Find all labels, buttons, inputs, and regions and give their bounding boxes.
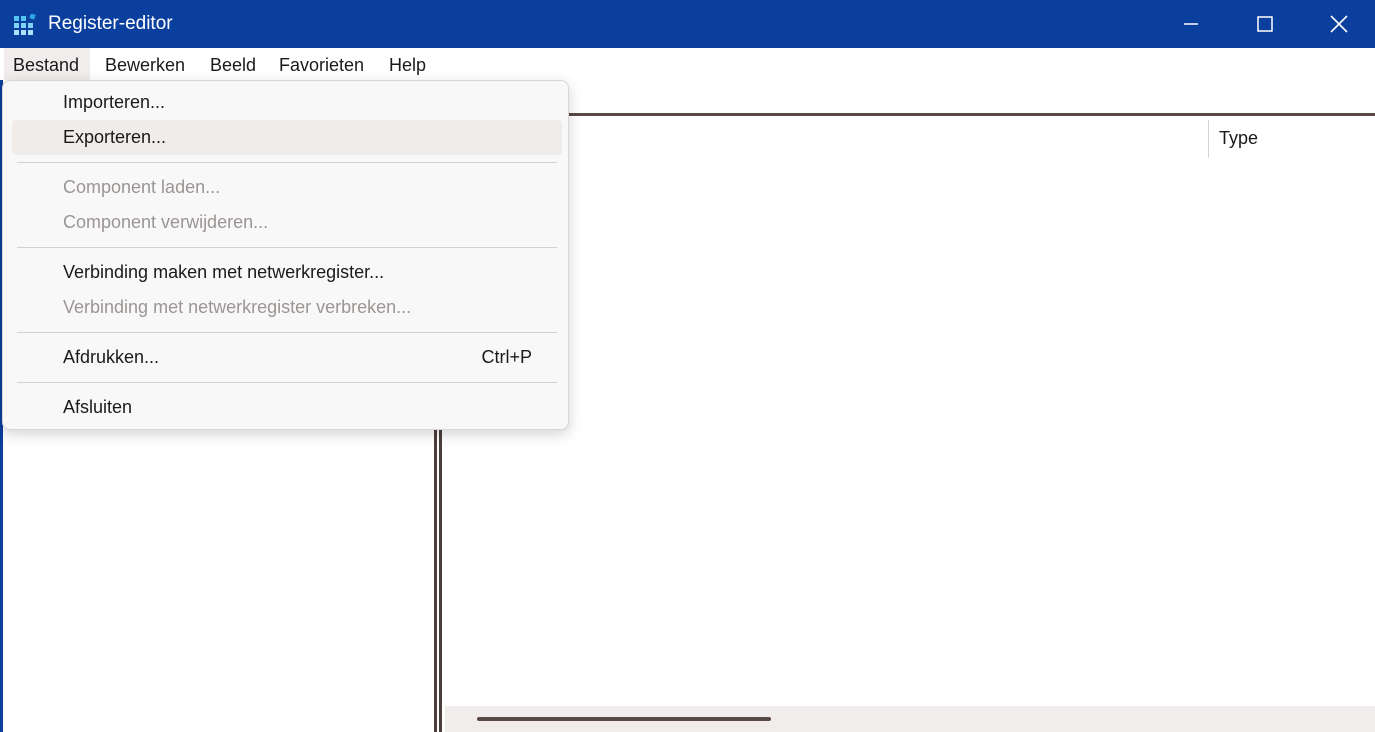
menu-item-unload-hive: Component verwijderen... [12, 205, 562, 240]
menu-item-disconnect-network-registry: Verbinding met netwerkregister verbreken… [12, 290, 562, 325]
menu-favorieten[interactable]: Favorieten [279, 48, 364, 80]
window-title: Register-editor [48, 13, 173, 34]
menu-item-exit[interactable]: Afsluiten [12, 390, 562, 425]
menu-item-import[interactable]: Importeren... [12, 85, 562, 120]
column-header-type[interactable]: Type [1219, 126, 1258, 150]
menu-beeld[interactable]: Beeld [210, 48, 256, 80]
menu-help[interactable]: Help [389, 48, 426, 80]
menu-item-label: Component verwijderen... [63, 212, 269, 232]
menu-item-label: Component laden... [63, 177, 221, 197]
maximize-button[interactable] [1228, 0, 1302, 48]
close-button[interactable] [1302, 0, 1375, 48]
file-menu-dropdown: Importeren... Exporteren... Component la… [2, 80, 569, 430]
menu-bestand[interactable]: Bestand [4, 48, 90, 80]
menu-bewerken[interactable]: Bewerken [105, 48, 185, 80]
title-bar[interactable]: Register-editor [0, 0, 1375, 48]
menu-item-load-hive: Component laden... [12, 170, 562, 205]
menu-separator [17, 247, 557, 248]
close-icon [1330, 15, 1348, 33]
menu-item-label: Verbinding maken met netwerkregister... [63, 262, 385, 282]
registry-editor-icon [14, 14, 36, 35]
maximize-icon [1257, 16, 1273, 32]
menu-item-label: Exporteren... [63, 127, 167, 147]
menu-item-label: Afdrukken... [63, 347, 160, 367]
menu-item-shortcut: Ctrl+P [481, 347, 532, 367]
values-list-pane[interactable] [445, 116, 1375, 732]
minimize-button[interactable] [1154, 0, 1228, 48]
menu-separator [17, 332, 557, 333]
horizontal-scrollbar-thumb[interactable] [477, 717, 771, 721]
menu-item-label: Afsluiten [63, 397, 133, 417]
minimize-icon [1184, 23, 1198, 25]
column-header-separator[interactable] [1208, 120, 1209, 158]
registry-editor-window: Register-editor Bestand Bewerken Beeld F… [0, 0, 1375, 732]
menu-item-label: Importeren... [63, 92, 166, 112]
menu-bar: Bestand Bewerken Beeld Favorieten Help [0, 48, 1375, 80]
menu-item-label: Verbinding met netwerkregister verbreken… [63, 297, 412, 317]
menu-item-print[interactable]: Afdrukken... Ctrl+P [12, 340, 562, 375]
menu-item-connect-network-registry[interactable]: Verbinding maken met netwerkregister... [12, 255, 562, 290]
menu-item-export[interactable]: Exporteren... [12, 120, 562, 155]
menu-separator [17, 382, 557, 383]
menu-separator [17, 162, 557, 163]
